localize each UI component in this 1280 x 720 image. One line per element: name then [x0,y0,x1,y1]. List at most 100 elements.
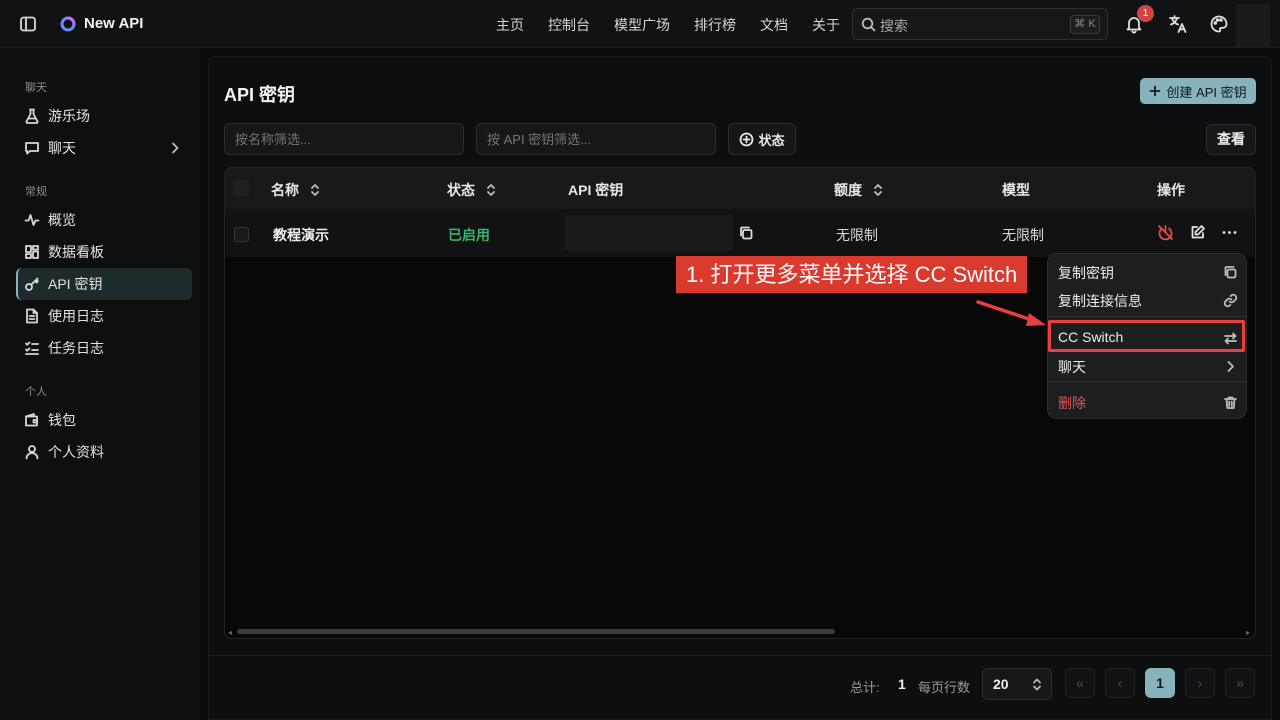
chevron-right-icon [168,141,182,155]
total-label: 总计: [850,680,880,695]
sidebar-item-label: 使用日志 [48,308,104,324]
table-row: 教程演示 已启用 无限制 无限制 [225,209,1255,257]
sort-icon [872,183,884,197]
copy-icon[interactable] [738,225,754,241]
chat-icon [24,140,40,156]
total-count: 1 [898,676,906,692]
column-header-status[interactable]: 状态 [447,180,497,200]
sidebar-section-chat: 聊天 [25,82,47,94]
flask-icon [24,108,40,124]
rows-per-page-label: 每页行数 [918,680,971,695]
rows-per-page-select[interactable]: 20 [982,668,1052,700]
nav-console[interactable]: 控制台 [548,15,590,35]
last-page-button[interactable]: » [1225,668,1255,698]
link-icon [1223,293,1238,308]
search-shortcut: ⌘ K [1070,15,1100,34]
sidebar-item-label: 个人资料 [48,444,104,460]
sort-icon [309,183,321,197]
avatar[interactable] [1236,4,1270,47]
list-check-icon [24,340,40,356]
sidebar-item-label: 钱包 [48,412,76,428]
plus-circle-icon [739,132,754,147]
menu-divider [1048,316,1246,317]
copy-icon [1223,265,1238,280]
dashboard-icon [24,244,40,260]
filter-key-input[interactable] [476,123,716,155]
annotation-highlight-box [1048,320,1245,352]
row-quota: 无限制 [836,227,878,243]
view-button[interactable]: 查看 [1206,124,1256,155]
page-title: API 密钥 [224,85,296,105]
translate-icon[interactable] [1168,14,1188,34]
column-header-model: 模型 [1002,182,1030,198]
annotation-arrow-icon [976,300,1046,326]
select-all-checkbox[interactable] [233,180,249,196]
sidebar-item-dashboard[interactable]: 数据看板 [16,236,192,268]
scroll-left-arrow[interactable]: ◂ [228,628,234,637]
menu-item-copy-connection[interactable]: 复制连接信息 [1058,291,1238,311]
previous-page-button[interactable]: ‹ [1105,668,1135,698]
plus-icon [1149,85,1161,97]
nav-about[interactable]: 关于 [812,15,840,35]
search-icon [861,17,876,32]
search-box[interactable]: 搜索 ⌘ K [852,8,1108,40]
key-icon [24,276,40,292]
status-filter-label: 状态 [758,132,785,148]
more-icon[interactable] [1221,224,1238,241]
horizontal-scrollbar[interactable] [237,629,835,634]
nav-home[interactable]: 主页 [496,15,524,35]
nav-docs[interactable]: 文档 [760,15,788,35]
sidebar-item-label: 数据看板 [48,244,104,260]
row-api-key [565,215,733,251]
next-page-button[interactable]: › [1185,668,1215,698]
top-nav: 主页 控制台 模型广场 排行榜 文档 关于 [496,15,864,35]
sidebar-toggle-icon[interactable] [19,15,37,33]
edit-icon[interactable] [1189,224,1206,241]
scroll-right-arrow[interactable]: ▸ [1246,628,1252,637]
column-header-name[interactable]: 名称 [271,180,321,200]
create-api-key-button[interactable]: 创建 API 密钥 [1140,78,1256,104]
file-text-icon [24,308,40,324]
menu-divider [1048,381,1246,382]
sidebar-item-wallet[interactable]: 钱包 [16,404,192,436]
sidebar-item-api-keys[interactable]: API 密钥 [16,268,192,300]
menu-item-copy-key[interactable]: 复制密钥 [1058,263,1238,283]
sidebar-item-chat[interactable]: 聊天 [16,132,192,164]
sidebar-item-task-logs[interactable]: 任务日志 [16,332,192,364]
sidebar-item-usage-logs[interactable]: 使用日志 [16,300,192,332]
row-checkbox[interactable] [234,227,249,242]
trash-icon [1223,395,1238,410]
user-icon [24,444,40,460]
filter-name-input[interactable] [224,123,464,155]
sidebar-item-profile[interactable]: 个人资料 [16,436,192,468]
status-filter-button[interactable]: 状态 [728,123,796,155]
power-off-icon[interactable] [1157,224,1174,241]
top-bar: New API 主页 控制台 模型广场 排行榜 文档 关于 搜索 ⌘ K 1 [0,0,1280,48]
column-header-key: API 密钥 [568,182,624,198]
column-header-actions: 操作 [1157,182,1185,198]
row-name: 教程演示 [273,227,329,243]
menu-item-chat[interactable]: 聊天 [1058,357,1238,377]
column-header-quota[interactable]: 额度 [834,180,884,200]
nav-models[interactable]: 模型广场 [614,15,670,35]
menu-item-delete[interactable]: 删除 [1058,393,1238,413]
sidebar-item-label: 任务日志 [48,340,104,356]
notification-badge: 1 [1137,5,1154,22]
nav-rankings[interactable]: 排行榜 [694,15,736,35]
row-status: 已启用 [448,227,490,243]
current-page-button[interactable]: 1 [1145,668,1175,698]
wallet-icon [24,412,40,428]
sidebar-item-overview[interactable]: 概览 [16,204,192,236]
palette-icon[interactable] [1209,14,1229,34]
app-name[interactable]: New API [84,15,143,32]
sidebar-item-label: API 密钥 [48,276,103,292]
sidebar-item-label: 概览 [48,212,76,228]
table-header: 名称 状态 API 密钥 额度 模型 操作 [225,168,1255,209]
first-page-button[interactable]: « [1065,668,1095,698]
create-button-label: 创建 API 密钥 [1166,84,1247,100]
annotation-label: 1. 打开更多菜单并选择 CC Switch [676,256,1028,293]
sidebar-item-playground[interactable]: 游乐场 [16,100,192,132]
chevron-updown-icon [1031,678,1043,691]
sort-icon [485,183,497,197]
sidebar-item-label: 游乐场 [48,108,90,124]
